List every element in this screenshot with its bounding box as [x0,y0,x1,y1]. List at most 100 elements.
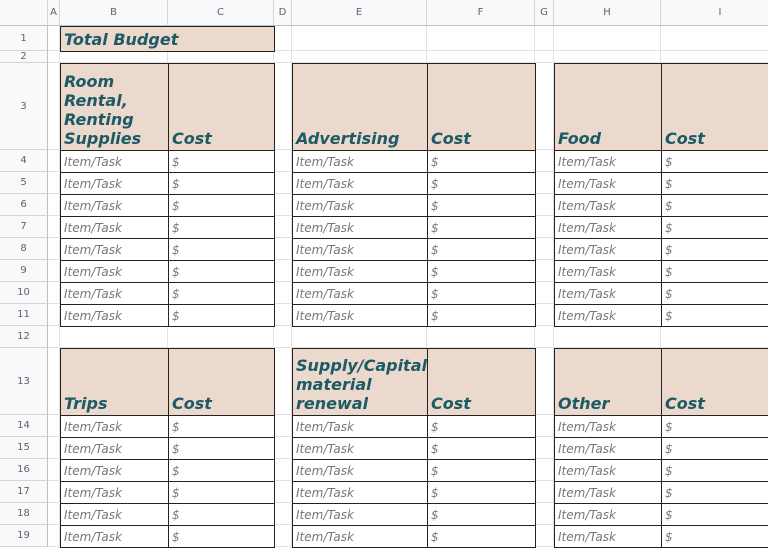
row-header-1[interactable]: 1 [0,26,48,51]
grid-cell[interactable] [274,51,292,63]
cost-cell[interactable]: $ [427,459,536,482]
cost-cell[interactable]: $ [427,282,536,305]
grid-cell[interactable] [48,194,60,216]
cost-cell[interactable]: $ [427,194,536,217]
item-cell[interactable]: Item/Task [60,437,169,460]
cost-header[interactable]: Cost [168,63,275,151]
item-cell[interactable]: Item/Task [60,172,169,195]
section-header[interactable]: Supply/Capital material renewal [292,348,428,416]
cost-cell[interactable]: $ [427,437,536,460]
cost-cell[interactable]: $ [661,503,768,526]
grid-cell[interactable] [535,348,554,415]
column-header-A[interactable]: A [48,0,60,26]
cost-header[interactable]: Cost [168,348,275,416]
cost-cell[interactable]: $ [168,282,275,305]
section-header[interactable]: Other [554,348,662,416]
row-header-7[interactable]: 7 [0,216,48,238]
grid-cell[interactable] [48,481,60,503]
grid-cell[interactable] [535,26,554,51]
item-cell[interactable]: Item/Task [292,150,428,173]
cost-cell[interactable]: $ [427,525,536,548]
cost-cell[interactable]: $ [427,172,536,195]
grid-cell[interactable] [48,415,60,437]
cost-cell[interactable]: $ [168,481,275,504]
cost-cell[interactable]: $ [661,304,768,327]
grid-cell[interactable] [274,282,292,304]
grid-cell[interactable] [274,415,292,437]
row-header-4[interactable]: 4 [0,150,48,172]
cost-cell[interactable]: $ [661,459,768,482]
grid-cell[interactable] [48,260,60,282]
cost-cell[interactable]: $ [427,238,536,261]
cost-cell[interactable]: $ [427,216,536,239]
grid-cell[interactable] [554,26,661,51]
row-header-14[interactable]: 14 [0,415,48,437]
cost-cell[interactable]: $ [168,437,275,460]
grid-cell[interactable] [427,51,535,63]
grid-cell[interactable] [427,326,535,348]
cost-cell[interactable]: $ [661,194,768,217]
grid-cell[interactable] [48,51,60,63]
section-header[interactable]: Room Rental, Renting Supplies [60,63,169,151]
grid-cell[interactable] [535,282,554,304]
grid-cell[interactable] [60,326,168,348]
item-cell[interactable]: Item/Task [554,216,662,239]
grid-cell[interactable] [48,437,60,459]
grid-cell[interactable] [535,260,554,282]
row-header-9[interactable]: 9 [0,260,48,282]
row-header-2[interactable]: 2 [0,51,48,63]
item-cell[interactable]: Item/Task [60,194,169,217]
item-cell[interactable]: Item/Task [554,415,662,438]
item-cell[interactable]: Item/Task [292,216,428,239]
row-header-6[interactable]: 6 [0,194,48,216]
row-header-16[interactable]: 16 [0,459,48,481]
grid-cell[interactable] [168,51,274,63]
item-cell[interactable]: Item/Task [554,481,662,504]
grid-cell[interactable] [292,51,427,63]
cost-cell[interactable]: $ [168,172,275,195]
item-cell[interactable]: Item/Task [554,150,662,173]
cost-cell[interactable]: $ [427,503,536,526]
grid-cell[interactable] [535,525,554,547]
item-cell[interactable]: Item/Task [554,282,662,305]
row-header-3[interactable]: 3 [0,63,48,150]
grid-cell[interactable] [661,26,768,51]
column-header-G[interactable]: G [535,0,554,26]
grid-cell[interactable] [274,260,292,282]
cost-cell[interactable]: $ [168,415,275,438]
item-cell[interactable]: Item/Task [292,415,428,438]
grid-cell[interactable] [661,326,768,348]
item-cell[interactable]: Item/Task [292,459,428,482]
grid-cell[interactable] [535,437,554,459]
grid-cell[interactable] [274,150,292,172]
grid-cell[interactable] [274,503,292,525]
grid-cell[interactable] [535,304,554,326]
grid-cell[interactable] [535,238,554,260]
cost-header[interactable]: Cost [427,63,536,151]
cost-cell[interactable]: $ [427,260,536,283]
grid-cell[interactable] [274,304,292,326]
cost-cell[interactable]: $ [168,150,275,173]
column-header-E[interactable]: E [292,0,427,26]
item-cell[interactable]: Item/Task [292,260,428,283]
grid-cell[interactable] [274,238,292,260]
cost-cell[interactable]: $ [661,150,768,173]
grid-cell[interactable] [48,238,60,260]
row-header-12[interactable]: 12 [0,326,48,348]
item-cell[interactable]: Item/Task [60,216,169,239]
item-cell[interactable]: Item/Task [292,282,428,305]
grid-cell[interactable] [48,326,60,348]
grid-cell[interactable] [48,150,60,172]
item-cell[interactable]: Item/Task [292,172,428,195]
grid-cell[interactable] [274,63,292,150]
item-cell[interactable]: Item/Task [60,238,169,261]
cost-cell[interactable]: $ [661,481,768,504]
cost-cell[interactable]: $ [168,260,275,283]
cost-cell[interactable]: $ [168,194,275,217]
item-cell[interactable]: Item/Task [554,437,662,460]
item-cell[interactable]: Item/Task [60,282,169,305]
item-cell[interactable]: Item/Task [60,459,169,482]
cost-cell[interactable]: $ [661,238,768,261]
item-cell[interactable]: Item/Task [554,260,662,283]
grid-cell[interactable] [554,51,661,63]
